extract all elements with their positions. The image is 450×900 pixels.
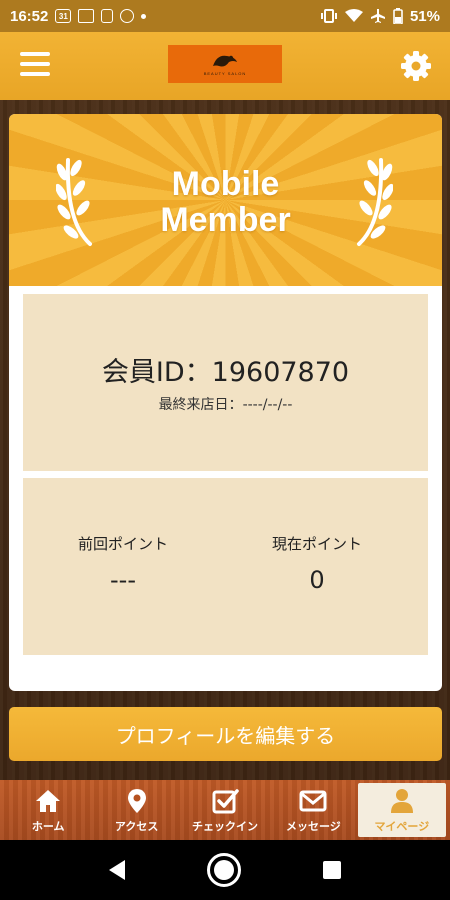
app-logo: BEAUTY SALON bbox=[168, 45, 282, 83]
last-visit-line: 最終来店日：----/--/-- bbox=[23, 394, 428, 414]
airplane-icon bbox=[370, 9, 385, 23]
main-content: Mobile Member 会員ID：19607870 最終来店日：----/-… bbox=[0, 100, 450, 780]
envelope-icon bbox=[299, 790, 327, 811]
tab-message[interactable]: メッセージ bbox=[269, 783, 357, 837]
tab-home-label: ホーム bbox=[31, 819, 65, 833]
current-points: 現在ポイント 0 bbox=[217, 533, 417, 594]
banner-title: Mobile Member bbox=[9, 166, 442, 238]
map-pin-icon bbox=[127, 788, 146, 813]
tab-mypage-label: マイページ bbox=[374, 819, 430, 833]
previous-points: 前回ポイント --- bbox=[23, 533, 223, 594]
previous-points-label: 前回ポイント bbox=[77, 535, 168, 553]
notification-dot-icon bbox=[141, 13, 147, 19]
battery-icon bbox=[393, 8, 403, 24]
tab-message-label: メッセージ bbox=[286, 819, 341, 833]
logo-emblem-icon bbox=[213, 55, 237, 67]
tab-access[interactable]: アクセス bbox=[92, 783, 180, 837]
wifi-icon bbox=[344, 9, 363, 22]
banner-title-line1: Mobile bbox=[171, 165, 280, 203]
system-nav-bar bbox=[0, 840, 450, 900]
last-visit-label: 最終来店日： bbox=[158, 397, 243, 413]
logo-text: BEAUTY SALON bbox=[203, 71, 247, 76]
hamburger-menu-icon[interactable] bbox=[20, 52, 50, 78]
calendar-day: 31 bbox=[58, 11, 68, 21]
vpn-icon bbox=[120, 9, 135, 23]
tab-access-label: アクセス bbox=[114, 819, 159, 833]
member-id-line: 会員ID：19607870 bbox=[23, 358, 428, 388]
back-icon[interactable] bbox=[109, 860, 125, 880]
home-circle-icon[interactable] bbox=[207, 853, 241, 887]
recents-icon[interactable] bbox=[323, 861, 341, 879]
gear-icon[interactable] bbox=[400, 50, 432, 82]
status-bar: 16:52 31 51% bbox=[0, 0, 450, 32]
app-header: BEAUTY SALON bbox=[0, 32, 450, 100]
home-icon bbox=[36, 789, 61, 812]
bottom-tab-bar: ホーム アクセス チェックイン メッセージ マイページ bbox=[0, 780, 450, 840]
previous-points-value: --- bbox=[110, 566, 136, 594]
cast-icon bbox=[78, 9, 95, 23]
calendar-icon: 31 bbox=[55, 9, 72, 23]
edit-profile-button[interactable]: プロフィールを編集する bbox=[9, 707, 442, 761]
vibrate-icon bbox=[320, 9, 337, 23]
last-visit-value: ----/--/-- bbox=[242, 397, 293, 413]
member-banner: Mobile Member bbox=[9, 114, 442, 286]
tab-checkin[interactable]: チェックイン bbox=[181, 783, 269, 837]
member-id-label: 会員ID： bbox=[101, 357, 212, 388]
current-points-label: 現在ポイント bbox=[271, 535, 362, 553]
current-points-value: 0 bbox=[309, 566, 325, 594]
tab-checkin-label: チェックイン bbox=[192, 819, 259, 833]
member-id-panel: 会員ID：19607870 最終来店日：----/--/-- bbox=[23, 294, 428, 471]
checkbox-icon bbox=[212, 788, 239, 813]
points-panel: 前回ポイント --- 現在ポイント 0 bbox=[23, 478, 428, 655]
user-icon bbox=[390, 788, 413, 813]
member-id-value: 19607870 bbox=[211, 357, 350, 388]
tab-mypage[interactable]: マイページ bbox=[357, 783, 447, 837]
battery-percent: 51% bbox=[409, 7, 440, 25]
status-time: 16:52 bbox=[10, 7, 49, 25]
member-card: Mobile Member 会員ID：19607870 最終来店日：----/-… bbox=[9, 114, 442, 691]
sim-icon bbox=[101, 9, 114, 23]
banner-title-line2: Member bbox=[160, 201, 291, 239]
tab-home[interactable]: ホーム bbox=[4, 783, 92, 837]
